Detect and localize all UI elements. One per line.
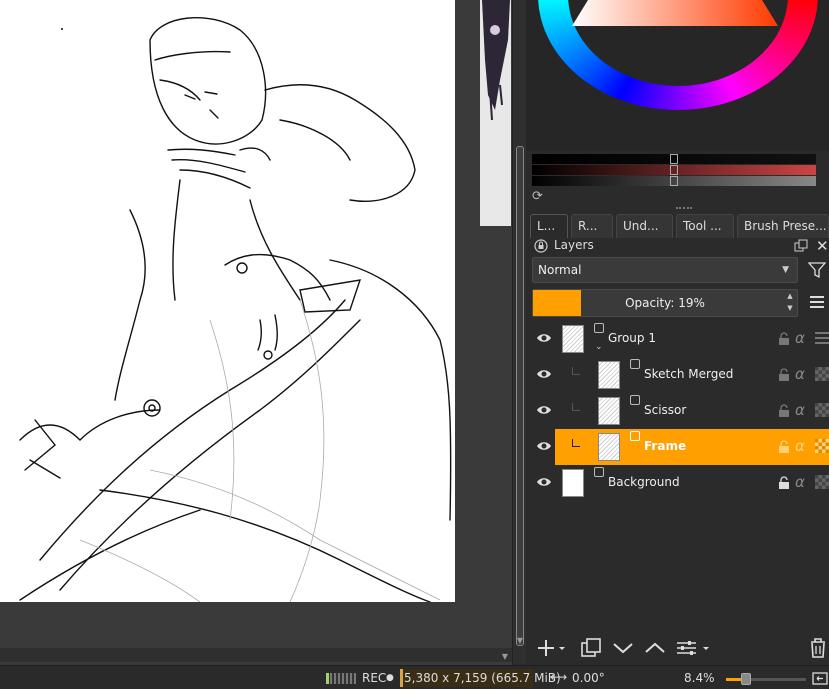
chevron-down-icon: ▼: [782, 265, 789, 275]
layers-title: Layers: [554, 238, 594, 252]
color-sliders[interactable]: [532, 154, 816, 186]
layer-name: Scissor: [644, 403, 687, 417]
opacity-label: Opacity: 19%: [625, 296, 705, 310]
docker-lock-icon[interactable]: [534, 239, 548, 253]
layer-thumbnail: [562, 325, 584, 353]
image-size-box: 5,380 x 7,159 (665.7 MiB): [400, 669, 561, 687]
duplicate-layer-icon[interactable]: [580, 637, 602, 659]
paint-layer-icon: [630, 431, 640, 441]
blend-mode-select[interactable]: Normal ▼: [532, 257, 798, 283]
eye-icon[interactable]: [536, 332, 552, 344]
trash-icon[interactable]: [808, 637, 828, 659]
tab-undo[interactable]: Und...: [616, 214, 673, 238]
layer-row-group-1[interactable]: ⌄ Group 1 α: [532, 321, 829, 357]
panel-resize-grip[interactable]: [676, 207, 692, 210]
scroll-arrow-icon[interactable]: ▼: [500, 652, 510, 662]
tree-line: [572, 439, 580, 447]
layer-row-frame[interactable]: Frame α: [532, 429, 829, 465]
canvas-area[interactable]: [0, 0, 512, 665]
zoom-slider[interactable]: [726, 678, 806, 681]
scroll-down-icon[interactable]: ▼: [515, 636, 525, 646]
docker-tabs: L... R... Und... Tool ... Brush Prese...: [530, 214, 829, 238]
close-docker-icon[interactable]: ✕: [816, 237, 829, 255]
zoom-value[interactable]: 8.4%: [684, 671, 715, 685]
paint-layer-icon: [630, 359, 640, 369]
rec-label[interactable]: REC: [362, 671, 386, 685]
reference-image-strip: [480, 0, 511, 226]
tab-brush-presets[interactable]: Brush Prese...: [737, 214, 829, 238]
zoom-slider-handle[interactable]: [741, 673, 751, 685]
layers-docker-header: Layers ✕: [526, 237, 829, 255]
float-docker-icon[interactable]: [794, 239, 808, 253]
alpha-lock-icon[interactable]: α: [795, 473, 805, 491]
chevron-down-icon[interactable]: [612, 637, 634, 659]
layer-row-background[interactable]: Background α: [532, 465, 829, 501]
chevron-up-icon[interactable]: [644, 637, 666, 659]
right-dock: ⟳ L... R... Und... Tool ... Brush Prese.…: [526, 0, 829, 665]
collapse-arrow-icon[interactable]: ⌄: [595, 342, 603, 352]
group-folder-icon: [594, 323, 604, 333]
layer-thumbnail: [598, 361, 620, 389]
opacity-spinner[interactable]: ▲ ▼: [783, 290, 797, 316]
layer-name: Background: [608, 475, 680, 489]
drawing-canvas[interactable]: [0, 0, 455, 602]
layer-name: Sketch Merged: [644, 367, 734, 381]
lock-icon[interactable]: [778, 332, 790, 345]
layer-row-scissor[interactable]: Scissor α: [532, 393, 829, 429]
alpha-lock-icon[interactable]: α: [795, 437, 805, 455]
paint-layer-icon: [594, 467, 604, 477]
layer-thumbnail: [598, 397, 620, 425]
blend-mode-value: Normal: [538, 263, 582, 277]
lock-icon[interactable]: [778, 440, 790, 453]
eye-icon[interactable]: [536, 440, 552, 452]
fit-screen-icon[interactable]: [812, 672, 828, 685]
line-art-drawing: [19, 17, 452, 602]
inherit-alpha-icon[interactable]: [815, 403, 829, 417]
tab-reference[interactable]: R...: [571, 214, 613, 238]
eye-icon[interactable]: [536, 476, 552, 488]
saturation-value-triangle[interactable]: [572, 0, 778, 26]
add-layer-icon[interactable]: [536, 637, 566, 659]
tab-layers[interactable]: L...: [530, 214, 568, 238]
layer-list: ⌄ Group 1 α Sketch Merged α Scissor α Fr…: [532, 321, 829, 501]
layer-menu-icon[interactable]: [810, 296, 824, 308]
advanced-color-selector[interactable]: [526, 0, 829, 150]
tab-tool-options[interactable]: Tool ...: [676, 214, 734, 238]
status-bar: REC ● 5,380 x 7,159 (665.7 MiB) ⟷ 0.00° …: [0, 665, 829, 689]
krita-window: ▼ ▼ ⟳ L... R... Und... Tool ... Brush Pr…: [0, 0, 829, 689]
inherit-alpha-icon[interactable]: [815, 475, 829, 489]
refresh-icon[interactable]: ⟳: [532, 190, 546, 204]
inherit-alpha-icon[interactable]: [815, 439, 829, 453]
tree-line: [572, 367, 580, 375]
layers-toolbar: [526, 633, 829, 663]
rotation-value[interactable]: 0.00°: [572, 671, 605, 685]
layer-row-sketch-merged[interactable]: Sketch Merged α: [532, 357, 829, 393]
alpha-lock-icon[interactable]: α: [795, 365, 805, 383]
lock-icon[interactable]: [778, 404, 790, 417]
opacity-slider[interactable]: Opacity: 19% ▲ ▼: [532, 289, 798, 317]
tree-line: [572, 403, 580, 411]
memory-meter: [326, 673, 356, 684]
image-dimensions: 5,380 x 7,159 (665.7 MiB): [404, 671, 561, 685]
alpha-lock-icon[interactable]: α: [795, 329, 805, 347]
lock-icon[interactable]: [778, 476, 790, 489]
paint-layer-icon: [630, 395, 640, 405]
layer-name: Group 1: [608, 331, 656, 345]
layer-thumbnail: [562, 469, 584, 497]
rotate-icon[interactable]: ⟷: [550, 670, 567, 684]
vertical-scrollbar[interactable]: ▼: [512, 0, 526, 665]
horizontal-scrollbar[interactable]: ▼: [0, 648, 512, 662]
scrollbar-thumb[interactable]: [516, 146, 524, 646]
pass-through-icon[interactable]: [815, 331, 829, 345]
lock-icon[interactable]: [778, 368, 790, 381]
layer-properties-icon[interactable]: [676, 637, 712, 659]
eye-icon[interactable]: [536, 404, 552, 416]
eye-icon[interactable]: [536, 368, 552, 380]
layer-thumbnail: [598, 433, 620, 461]
inherit-alpha-icon[interactable]: [815, 367, 829, 381]
rec-dot-icon: ●: [386, 673, 394, 683]
layer-name: Frame: [644, 439, 687, 453]
alpha-lock-icon[interactable]: α: [795, 401, 805, 419]
filter-icon[interactable]: [808, 261, 826, 279]
